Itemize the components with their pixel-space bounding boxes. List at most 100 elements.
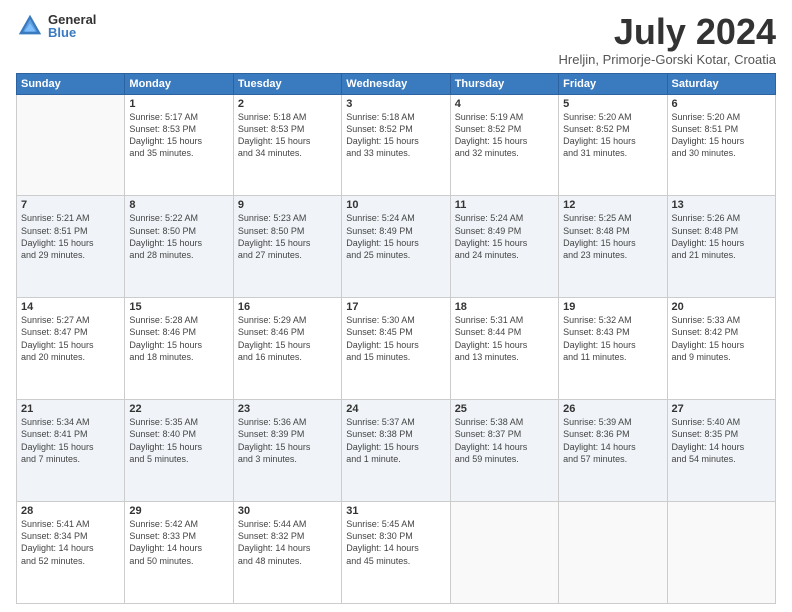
day-info: Sunrise: 5:38 AMSunset: 8:37 PMDaylight:… [455, 416, 554, 465]
day-number: 17 [346, 301, 445, 313]
page: General Blue July 2024 Hreljin, Primorje… [0, 0, 792, 612]
logo: General Blue [16, 12, 96, 40]
month-title: July 2024 [559, 12, 776, 52]
table-row: 11Sunrise: 5:24 AMSunset: 8:49 PMDayligh… [450, 196, 558, 298]
calendar-table: Sunday Monday Tuesday Wednesday Thursday… [16, 73, 776, 604]
table-row: 10Sunrise: 5:24 AMSunset: 8:49 PMDayligh… [342, 196, 450, 298]
table-row: 28Sunrise: 5:41 AMSunset: 8:34 PMDayligh… [17, 502, 125, 604]
table-row [559, 502, 667, 604]
day-info: Sunrise: 5:28 AMSunset: 8:46 PMDaylight:… [129, 314, 228, 363]
day-info: Sunrise: 5:39 AMSunset: 8:36 PMDaylight:… [563, 416, 662, 465]
day-number: 1 [129, 98, 228, 110]
day-info: Sunrise: 5:24 AMSunset: 8:49 PMDaylight:… [455, 212, 554, 261]
day-info: Sunrise: 5:33 AMSunset: 8:42 PMDaylight:… [672, 314, 771, 363]
day-info: Sunrise: 5:30 AMSunset: 8:45 PMDaylight:… [346, 314, 445, 363]
day-info: Sunrise: 5:20 AMSunset: 8:51 PMDaylight:… [672, 111, 771, 160]
day-number: 30 [238, 505, 337, 517]
day-number: 2 [238, 98, 337, 110]
day-info: Sunrise: 5:27 AMSunset: 8:47 PMDaylight:… [21, 314, 120, 363]
day-info: Sunrise: 5:45 AMSunset: 8:30 PMDaylight:… [346, 518, 445, 567]
title-block: July 2024 Hreljin, Primorje-Gorski Kotar… [559, 12, 776, 67]
day-number: 3 [346, 98, 445, 110]
day-number: 4 [455, 98, 554, 110]
table-row: 19Sunrise: 5:32 AMSunset: 8:43 PMDayligh… [559, 298, 667, 400]
day-info: Sunrise: 5:31 AMSunset: 8:44 PMDaylight:… [455, 314, 554, 363]
day-number: 20 [672, 301, 771, 313]
table-row [450, 502, 558, 604]
day-number: 21 [21, 403, 120, 415]
calendar-week-row: 28Sunrise: 5:41 AMSunset: 8:34 PMDayligh… [17, 502, 776, 604]
day-number: 25 [455, 403, 554, 415]
table-row: 7Sunrise: 5:21 AMSunset: 8:51 PMDaylight… [17, 196, 125, 298]
day-info: Sunrise: 5:20 AMSunset: 8:52 PMDaylight:… [563, 111, 662, 160]
day-number: 23 [238, 403, 337, 415]
day-number: 27 [672, 403, 771, 415]
day-number: 22 [129, 403, 228, 415]
table-row: 26Sunrise: 5:39 AMSunset: 8:36 PMDayligh… [559, 400, 667, 502]
col-tuesday: Tuesday [233, 73, 341, 94]
day-info: Sunrise: 5:21 AMSunset: 8:51 PMDaylight:… [21, 212, 120, 261]
calendar-header-row: Sunday Monday Tuesday Wednesday Thursday… [17, 73, 776, 94]
table-row: 17Sunrise: 5:30 AMSunset: 8:45 PMDayligh… [342, 298, 450, 400]
day-number: 29 [129, 505, 228, 517]
calendar-week-row: 7Sunrise: 5:21 AMSunset: 8:51 PMDaylight… [17, 196, 776, 298]
calendar-week-row: 21Sunrise: 5:34 AMSunset: 8:41 PMDayligh… [17, 400, 776, 502]
table-row: 16Sunrise: 5:29 AMSunset: 8:46 PMDayligh… [233, 298, 341, 400]
location: Hreljin, Primorje-Gorski Kotar, Croatia [559, 52, 776, 67]
col-sunday: Sunday [17, 73, 125, 94]
day-number: 7 [21, 199, 120, 211]
day-info: Sunrise: 5:26 AMSunset: 8:48 PMDaylight:… [672, 212, 771, 261]
table-row: 4Sunrise: 5:19 AMSunset: 8:52 PMDaylight… [450, 94, 558, 196]
day-number: 12 [563, 199, 662, 211]
day-info: Sunrise: 5:18 AMSunset: 8:52 PMDaylight:… [346, 111, 445, 160]
table-row: 12Sunrise: 5:25 AMSunset: 8:48 PMDayligh… [559, 196, 667, 298]
col-saturday: Saturday [667, 73, 775, 94]
logo-icon [16, 12, 44, 40]
day-number: 26 [563, 403, 662, 415]
day-info: Sunrise: 5:19 AMSunset: 8:52 PMDaylight:… [455, 111, 554, 160]
day-info: Sunrise: 5:32 AMSunset: 8:43 PMDaylight:… [563, 314, 662, 363]
table-row: 21Sunrise: 5:34 AMSunset: 8:41 PMDayligh… [17, 400, 125, 502]
table-row: 29Sunrise: 5:42 AMSunset: 8:33 PMDayligh… [125, 502, 233, 604]
table-row: 9Sunrise: 5:23 AMSunset: 8:50 PMDaylight… [233, 196, 341, 298]
day-number: 14 [21, 301, 120, 313]
day-info: Sunrise: 5:37 AMSunset: 8:38 PMDaylight:… [346, 416, 445, 465]
calendar-week-row: 1Sunrise: 5:17 AMSunset: 8:53 PMDaylight… [17, 94, 776, 196]
logo-text: General Blue [48, 13, 96, 39]
day-info: Sunrise: 5:41 AMSunset: 8:34 PMDaylight:… [21, 518, 120, 567]
day-number: 19 [563, 301, 662, 313]
day-info: Sunrise: 5:22 AMSunset: 8:50 PMDaylight:… [129, 212, 228, 261]
day-number: 15 [129, 301, 228, 313]
day-number: 16 [238, 301, 337, 313]
day-info: Sunrise: 5:23 AMSunset: 8:50 PMDaylight:… [238, 212, 337, 261]
table-row: 27Sunrise: 5:40 AMSunset: 8:35 PMDayligh… [667, 400, 775, 502]
table-row: 13Sunrise: 5:26 AMSunset: 8:48 PMDayligh… [667, 196, 775, 298]
table-row: 18Sunrise: 5:31 AMSunset: 8:44 PMDayligh… [450, 298, 558, 400]
day-number: 31 [346, 505, 445, 517]
table-row: 25Sunrise: 5:38 AMSunset: 8:37 PMDayligh… [450, 400, 558, 502]
table-row [667, 502, 775, 604]
day-number: 6 [672, 98, 771, 110]
day-info: Sunrise: 5:24 AMSunset: 8:49 PMDaylight:… [346, 212, 445, 261]
day-info: Sunrise: 5:25 AMSunset: 8:48 PMDaylight:… [563, 212, 662, 261]
table-row: 6Sunrise: 5:20 AMSunset: 8:51 PMDaylight… [667, 94, 775, 196]
table-row: 2Sunrise: 5:18 AMSunset: 8:53 PMDaylight… [233, 94, 341, 196]
table-row: 24Sunrise: 5:37 AMSunset: 8:38 PMDayligh… [342, 400, 450, 502]
day-info: Sunrise: 5:35 AMSunset: 8:40 PMDaylight:… [129, 416, 228, 465]
col-friday: Friday [559, 73, 667, 94]
table-row: 15Sunrise: 5:28 AMSunset: 8:46 PMDayligh… [125, 298, 233, 400]
table-row: 31Sunrise: 5:45 AMSunset: 8:30 PMDayligh… [342, 502, 450, 604]
table-row: 5Sunrise: 5:20 AMSunset: 8:52 PMDaylight… [559, 94, 667, 196]
day-number: 5 [563, 98, 662, 110]
day-number: 8 [129, 199, 228, 211]
day-number: 28 [21, 505, 120, 517]
table-row: 1Sunrise: 5:17 AMSunset: 8:53 PMDaylight… [125, 94, 233, 196]
day-number: 10 [346, 199, 445, 211]
day-number: 13 [672, 199, 771, 211]
logo-blue-text: Blue [48, 26, 96, 39]
col-monday: Monday [125, 73, 233, 94]
table-row: 3Sunrise: 5:18 AMSunset: 8:52 PMDaylight… [342, 94, 450, 196]
day-info: Sunrise: 5:40 AMSunset: 8:35 PMDaylight:… [672, 416, 771, 465]
table-row: 23Sunrise: 5:36 AMSunset: 8:39 PMDayligh… [233, 400, 341, 502]
day-number: 18 [455, 301, 554, 313]
